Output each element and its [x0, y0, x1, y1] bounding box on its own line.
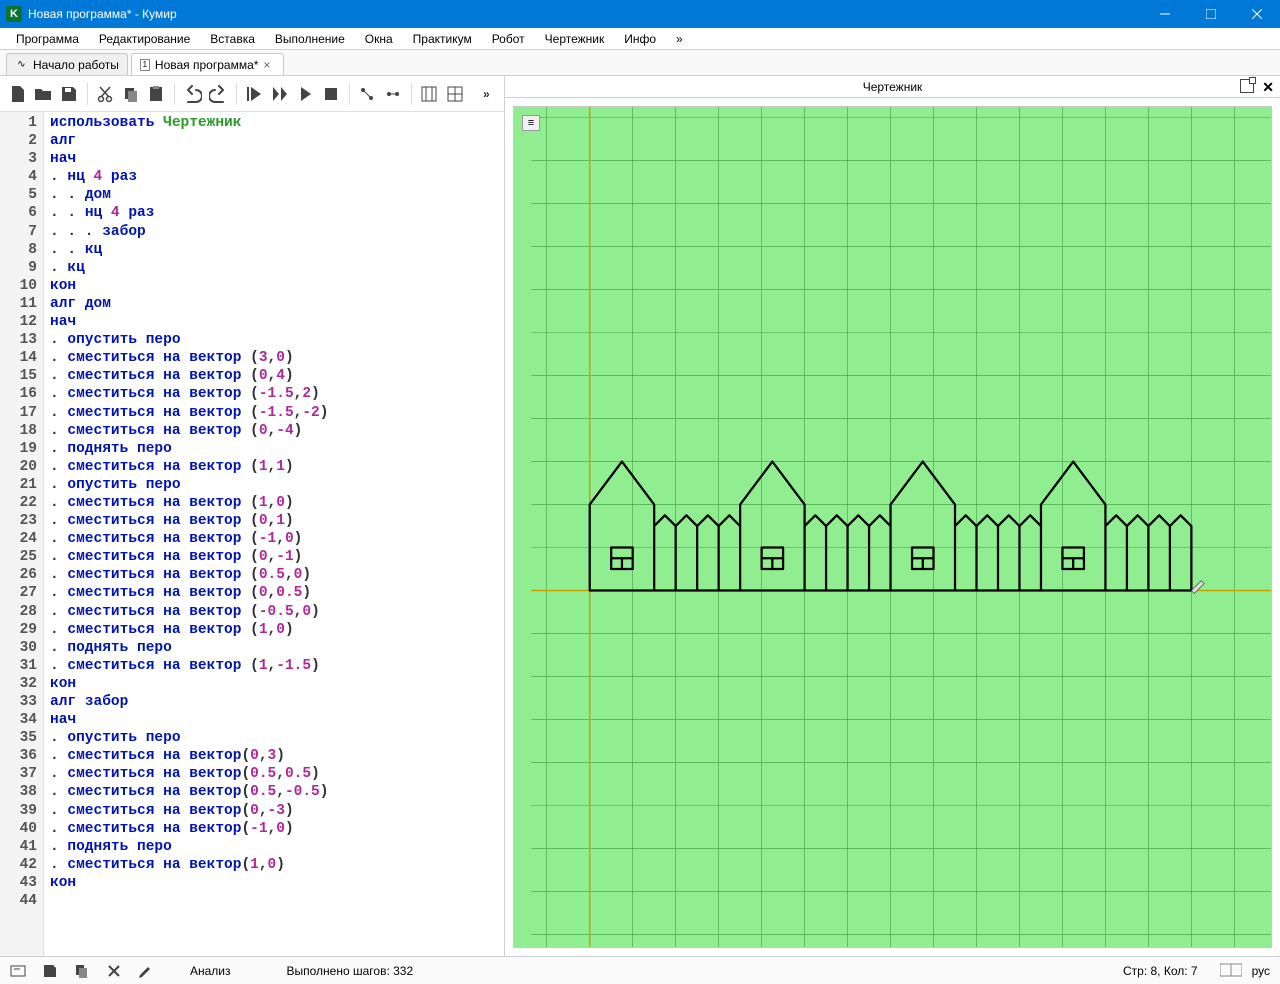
status-lang[interactable]: рус [1252, 964, 1270, 978]
status-icon-a[interactable] [10, 963, 26, 979]
toolbar-more-button[interactable]: » [477, 82, 497, 106]
menu-windows[interactable]: Окна [357, 30, 401, 48]
status-icon-save[interactable] [42, 963, 58, 979]
run-button[interactable] [245, 82, 265, 106]
tool-a-button[interactable] [358, 82, 378, 106]
drawer-close-icon[interactable]: ✕ [1262, 79, 1274, 96]
stop-button[interactable] [321, 82, 341, 106]
redo-button[interactable] [208, 82, 228, 106]
grid-b-button[interactable] [445, 82, 465, 106]
line-numbers: 1234567891011121314151617181920212223242… [0, 112, 44, 956]
keyboard-icon[interactable] [1220, 963, 1236, 979]
grid-a-button[interactable] [420, 82, 440, 106]
tab-label: Начало работы [33, 58, 119, 72]
menubar: Программа Редактирование Вставка Выполне… [0, 28, 1280, 50]
status-pos: Стр: 8, Кол: 7 [1123, 964, 1198, 978]
undo-button[interactable] [183, 82, 203, 106]
menu-info[interactable]: Инфо [616, 30, 664, 48]
tab-newprogram[interactable]: 1 Новая программа* × [131, 53, 285, 75]
paste-button[interactable] [146, 82, 166, 106]
step-button[interactable] [270, 82, 290, 106]
status-steps: Выполнено шагов: 332 [287, 964, 414, 978]
open-file-button[interactable] [34, 82, 54, 106]
tabbar: ∿ Начало работы 1 Новая программа* × [0, 50, 1280, 76]
menu-insert[interactable]: Вставка [202, 30, 263, 48]
menu-more[interactable]: » [668, 30, 691, 48]
menu-run[interactable]: Выполнение [267, 30, 353, 48]
tab-label: Новая программа* [155, 58, 259, 72]
toolbar: » [0, 76, 504, 112]
window-titlebar: K Новая программа* - Кумир [0, 0, 1280, 28]
save-file-button[interactable] [59, 82, 79, 106]
new-file-button[interactable] [8, 82, 28, 106]
cut-button[interactable] [95, 82, 115, 106]
canvas-menu-icon[interactable]: ≡ [522, 115, 540, 131]
editor-pane: » 12345678910111213141516171819202122232… [0, 76, 505, 956]
drawer-title: Чертежник [863, 80, 923, 94]
code-editor[interactable]: 1234567891011121314151617181920212223242… [0, 112, 504, 956]
drawer-titlebar: Чертежник ✕ [505, 76, 1280, 98]
drawer-canvas[interactable]: ≡ [513, 106, 1272, 948]
status-analysis[interactable]: Анализ [190, 964, 231, 978]
close-button[interactable] [1234, 0, 1280, 28]
tab-start[interactable]: ∿ Начало работы [6, 53, 128, 75]
statusbar: Анализ Выполнено шагов: 332 Стр: 8, Кол:… [0, 956, 1280, 984]
popout-icon[interactable] [1240, 79, 1254, 93]
minimize-button[interactable] [1142, 0, 1188, 28]
app-icon: K [6, 6, 22, 22]
status-icon-clear[interactable] [106, 963, 122, 979]
status-icon-edit[interactable] [138, 963, 154, 979]
menu-practice[interactable]: Практикум [405, 30, 480, 48]
code-area[interactable]: использовать Чертежникалгнач. нц 4 раз. … [44, 112, 504, 956]
menu-robot[interactable]: Робот [484, 30, 533, 48]
maximize-button[interactable] [1188, 0, 1234, 28]
copy-button[interactable] [121, 82, 141, 106]
drawer-pane: Чертежник ✕ ≡ [505, 76, 1280, 956]
menu-program[interactable]: Программа [8, 30, 87, 48]
tab-close-icon[interactable]: × [263, 59, 275, 71]
wave-icon: ∿ [15, 58, 28, 71]
tool-b-button[interactable] [383, 82, 403, 106]
menu-edit[interactable]: Редактирование [91, 30, 198, 48]
drawing-surface [514, 107, 1271, 947]
step-into-button[interactable] [296, 82, 316, 106]
file-icon: 1 [140, 59, 150, 71]
menu-drawer[interactable]: Чертежник [537, 30, 613, 48]
status-icon-copy[interactable] [74, 963, 90, 979]
window-title: Новая программа* - Кумир [28, 7, 1142, 21]
